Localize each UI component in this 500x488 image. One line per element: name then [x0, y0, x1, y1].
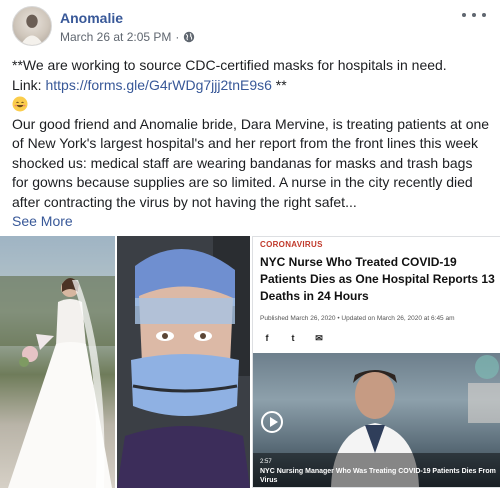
bride-photo[interactable]: [0, 236, 115, 488]
avatar-photo: [20, 14, 44, 45]
see-more-link[interactable]: See More: [12, 213, 73, 229]
post-meta: March 26 at 2:05 PM ·: [60, 30, 195, 44]
page-name[interactable]: Anomalie: [60, 10, 123, 26]
post-text: **We are working to source CDC-certified…: [12, 56, 490, 232]
video-caption: NYC Nursing Manager Who Was Treating COV…: [260, 468, 496, 484]
bride-illustration: [0, 276, 115, 488]
globe-icon: [184, 31, 195, 43]
meta-separator: ·: [175, 30, 180, 44]
play-icon[interactable]: [261, 411, 283, 433]
article-date: Published March 26, 2020 • Updated on Ma…: [260, 315, 455, 322]
emoji-line: [12, 95, 490, 115]
news-article-card[interactable]: CORONAVIRUS NYC Nurse Who Treated COVID-…: [252, 236, 500, 488]
video-duration: 2:57: [260, 459, 272, 465]
email-share-icon[interactable]: ✉: [312, 333, 326, 344]
article-title[interactable]: NYC Nurse Who Treated COVID-19 Patients …: [260, 254, 498, 305]
avatar[interactable]: [12, 6, 52, 46]
post-link-line: Link: https://forms.gle/G4rWDg7jjj2tnE9s…: [12, 76, 490, 96]
post-header: Anomalie March 26 at 2:05 PM ·: [12, 6, 488, 46]
news-video[interactable]: 2:57 NYC Nursing Manager Who Was Treatin…: [253, 353, 500, 487]
nurse-illustration: [117, 236, 250, 488]
link-prefix: Link:: [12, 76, 46, 93]
post-date[interactable]: March 26 at 2:05 PM: [60, 30, 171, 44]
facebook-share-icon[interactable]: f: [260, 333, 274, 344]
nurse-selfie-photo[interactable]: [117, 236, 250, 488]
post-line1: **We are working to source CDC-certified…: [12, 57, 447, 73]
post-body: Our good friend and Anomalie bride, Dara…: [12, 115, 490, 210]
more-options-icon[interactable]: [462, 8, 486, 22]
link-suffix: **: [271, 76, 287, 93]
article-kicker: CORONAVIRUS: [260, 240, 323, 249]
grinning-face-emoji-icon: [12, 96, 28, 112]
twitter-share-icon[interactable]: t: [286, 333, 300, 344]
form-link[interactable]: https://forms.gle/G4rWDg7jjj2tnE9s6: [45, 77, 271, 93]
media-grid: CORONAVIRUS NYC Nurse Who Treated COVID-…: [0, 236, 500, 488]
share-row: f t ✉: [260, 333, 326, 344]
